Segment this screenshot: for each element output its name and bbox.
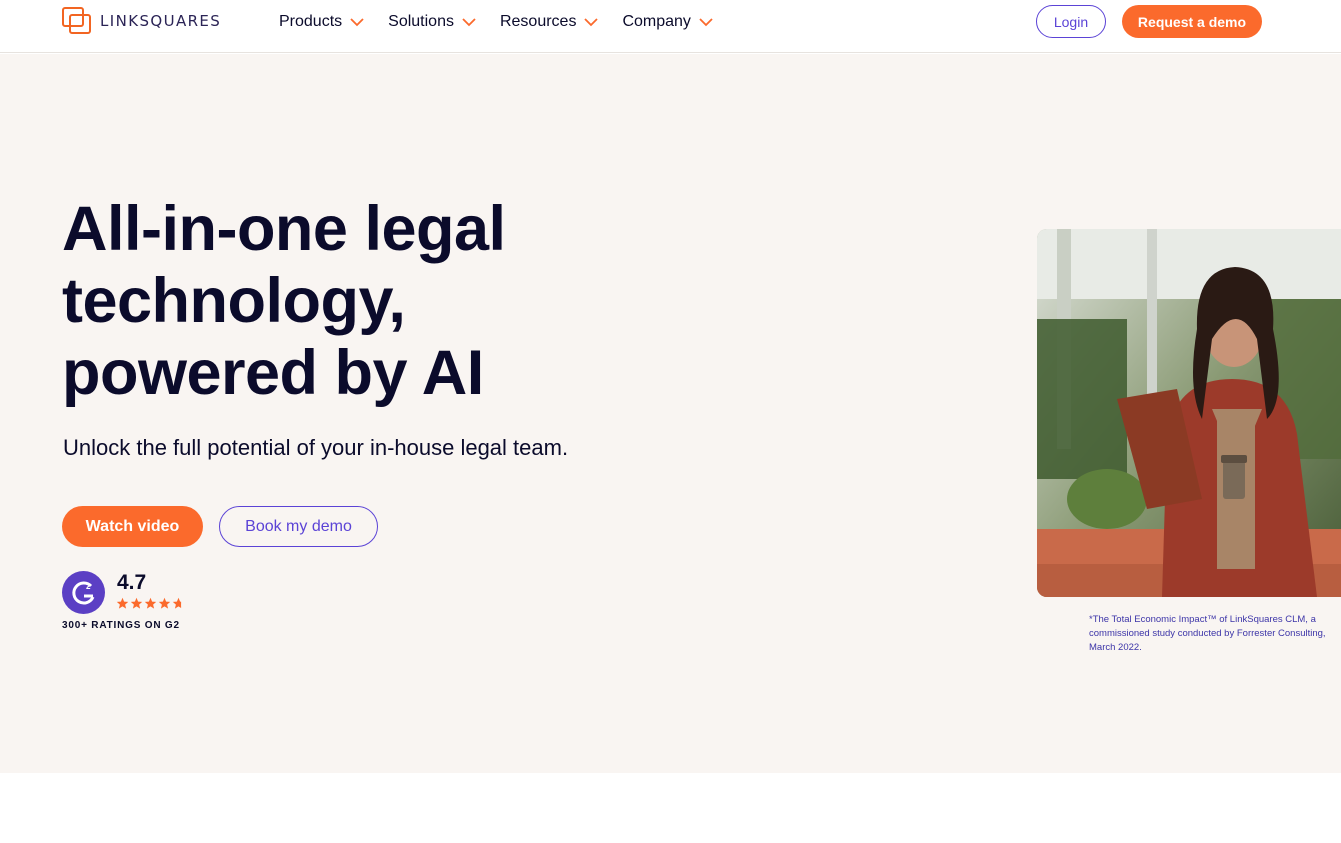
svg-text:2: 2 (86, 582, 91, 591)
logo-text: LINKSQUARES (100, 12, 222, 30)
menu-item-resources[interactable]: Resources (499, 12, 599, 32)
g2-ratings-caption: 300+ RATINGS ON G2 (62, 620, 180, 631)
star-icon (130, 597, 143, 609)
menu-item-label: Company (622, 13, 691, 30)
g2-logo-icon[interactable]: 2 (62, 571, 105, 614)
menu-item-products[interactable]: Products (279, 12, 364, 32)
g2-icon: 2 (71, 580, 94, 604)
forrester-footnote: *The Total Economic Impact™ of LinkSquar… (1089, 614, 1326, 653)
hero-photo-woman-holding-coffee (1037, 229, 1341, 597)
star-icon (116, 597, 129, 609)
login-button[interactable]: Login (1036, 5, 1106, 38)
hero-subheadline: Unlock the full potential of your in-hou… (63, 435, 569, 460)
headline-line: All-in-one legal (62, 194, 506, 264)
main-menu: Products Solutions Resources Company (279, 12, 737, 32)
request-demo-button[interactable]: Request a demo (1122, 5, 1262, 38)
hero-headline: All-in-one legal technology, powered by … (62, 193, 662, 409)
star-icon (172, 597, 182, 609)
chevron-down-icon (350, 18, 364, 27)
chevron-down-icon (584, 18, 599, 27)
menu-item-label: Solutions (388, 13, 454, 30)
star-rating (116, 597, 185, 610)
headline-line: powered by AI (62, 338, 484, 408)
linksquares-logo[interactable]: LINKSQUARES (62, 7, 221, 35)
menu-item-label: Resources (499, 13, 577, 30)
chevron-down-icon (699, 18, 713, 27)
menu-item-label: Products (279, 13, 343, 30)
star-icon (144, 597, 157, 609)
menu-item-solutions[interactable]: Solutions (388, 12, 476, 32)
star-icon (158, 597, 171, 609)
top-navigation: LINKSQUARES Products Solutions Resources… (0, 0, 1341, 53)
g2-rating-value: 4.7 (117, 571, 147, 594)
logo-squares-icon (62, 7, 92, 35)
watch-video-button[interactable]: Watch video (62, 506, 203, 547)
menu-item-company[interactable]: Company (622, 12, 713, 32)
chevron-down-icon (462, 18, 476, 27)
book-demo-button[interactable]: Book my demo (219, 506, 378, 547)
headline-line: technology, (62, 266, 406, 336)
